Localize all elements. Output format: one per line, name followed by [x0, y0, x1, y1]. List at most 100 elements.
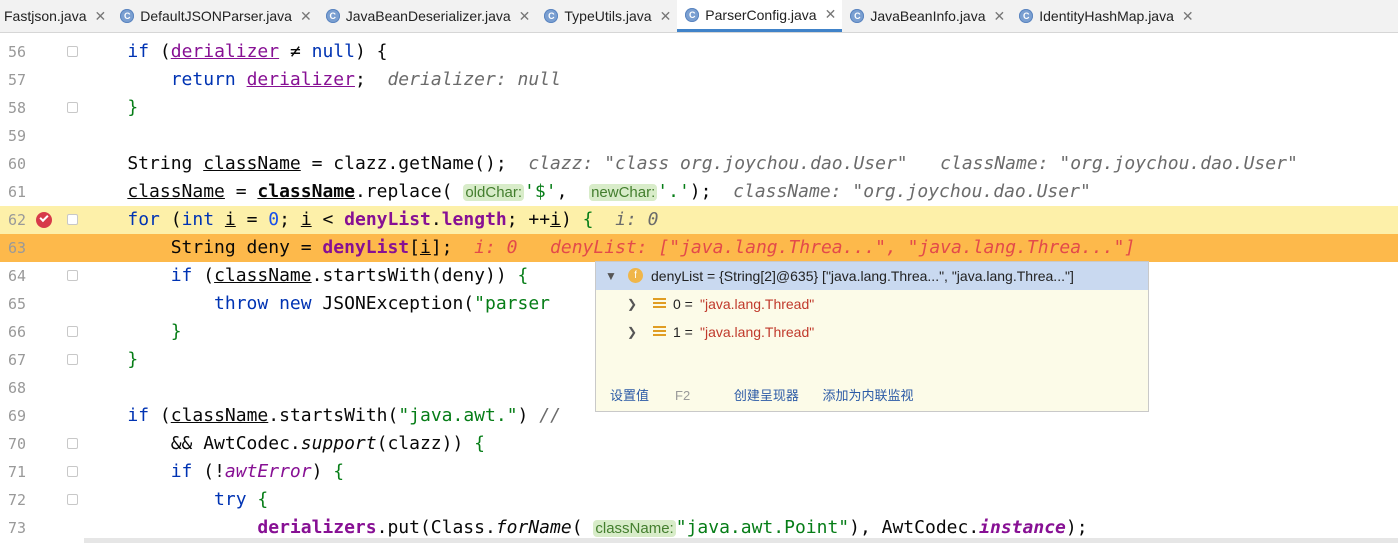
fold-marker-icon[interactable] — [67, 102, 78, 113]
line-number: 57 — [7, 71, 26, 89]
code-line[interactable]: 72 try { — [0, 486, 1398, 514]
class-icon: C — [1019, 9, 1034, 23]
code-text: return derializer; derializer: null — [170, 69, 561, 90]
fold-marker-icon[interactable] — [67, 326, 78, 337]
code-text: String deny = denyList[i]; i: 0 denyList… — [84, 237, 1136, 258]
variable-value: denyList = {String[2]@635} ["java.lang.T… — [651, 268, 1074, 284]
class-icon: C — [544, 9, 559, 23]
close-icon[interactable]: ✕ — [1182, 8, 1194, 25]
code-line[interactable]: 70 && AwtCodec.support(clazz)) { — [0, 430, 1398, 458]
tab-identity-hash-map[interactable]: C IdentityHashMap.java ✕ — [1011, 0, 1199, 32]
close-icon[interactable]: ✕ — [519, 8, 531, 25]
field-icon: f — [628, 268, 643, 283]
chevron-right-icon[interactable]: ❯ — [627, 318, 637, 346]
tab-type-utils[interactable]: C TypeUtils.java ✕ — [536, 0, 677, 32]
debug-hint: clazz: "class org.joychou.dao.User" — [528, 153, 908, 174]
close-icon[interactable]: ✕ — [825, 6, 837, 23]
tab-default-json-parser[interactable]: C DefaultJSONParser.java ✕ — [112, 0, 317, 32]
create-renderer-link[interactable]: 创建呈现器 — [734, 388, 799, 403]
fold-marker-icon[interactable] — [67, 270, 78, 281]
debug-hint: className: "org.joychou.dao.User" — [733, 181, 1091, 202]
element-value: "java.lang.Thread" — [700, 296, 815, 312]
code-line[interactable]: 56 if (derializer ≠ null) { — [0, 38, 1398, 66]
param-hint: className: — [593, 520, 676, 537]
code-text: if (!awtError) { — [170, 461, 345, 482]
line-number: 65 — [7, 295, 26, 313]
tab-label: Fastjson.java — [4, 8, 87, 24]
set-value-link[interactable]: 设置值 F2 — [610, 388, 710, 403]
tab-label: IdentityHashMap.java — [1039, 8, 1174, 24]
tab-label: JavaBeanInfo.java — [870, 8, 986, 24]
code-line[interactable]: 57 return derializer; derializer: null — [0, 66, 1398, 94]
tree-node-item[interactable]: ❯ 0 = "java.lang.Thread" — [596, 290, 1148, 318]
code-text: if (className.startsWith(deny)) { — [170, 265, 529, 286]
fold-marker-icon[interactable] — [67, 354, 78, 365]
line-number: 59 — [7, 127, 26, 145]
debug-hint: i: 0 — [615, 209, 659, 230]
code-text: String className = clazz.getName(); claz… — [84, 153, 1298, 174]
code-text: className = className.replace( oldChar: '… — [127, 181, 1091, 202]
debug-hint: denyList: ["java.lang.Threa...", "java.l… — [550, 237, 1136, 258]
code-text: for (int i = 0; i < denyList.length; ++i… — [127, 209, 659, 230]
line-number: 64 — [7, 267, 26, 285]
tree-node-item[interactable]: ❯ 1 = "java.lang.Thread" — [596, 318, 1148, 346]
debug-hint: derializer: null — [387, 69, 561, 90]
line-number: 66 — [7, 323, 26, 341]
breakpoint-icon[interactable] — [36, 212, 52, 228]
class-icon: C — [850, 9, 865, 23]
line-number: 71 — [7, 463, 26, 481]
code-text: if (className.startsWith("java.awt.") // — [127, 405, 561, 426]
line-number: 58 — [7, 99, 26, 117]
element-index: 1 = — [673, 324, 693, 340]
tab-fastjson[interactable]: Fastjson.java ✕ — [0, 0, 112, 32]
variable-inspector-popup[interactable]: ▼ f denyList = {String[2]@635} ["java.la… — [595, 261, 1149, 412]
code-line[interactable]: 58 } — [0, 94, 1398, 122]
code-line[interactable]: 71 if (!awtError) { — [0, 458, 1398, 486]
fold-marker-icon[interactable] — [67, 466, 78, 477]
code-text: throw new JSONException("parser — [214, 293, 551, 314]
line-number: 60 — [7, 155, 26, 173]
tab-java-bean-deserializer[interactable]: C JavaBeanDeserializer.java ✕ — [318, 0, 537, 32]
class-icon: C — [685, 7, 700, 22]
line-number: 72 — [7, 491, 26, 509]
code-editor[interactable]: 56 if (derializer ≠ null) { 57 return de… — [0, 33, 1398, 543]
param-hint: newChar: — [589, 184, 658, 201]
code-line[interactable]: 61 className = className.replace( oldCha… — [0, 178, 1398, 206]
close-icon[interactable]: ✕ — [300, 8, 312, 25]
close-icon[interactable]: ✕ — [94, 8, 106, 25]
popup-footer: 设置值 F2 创建呈现器 添加为内联监视 — [610, 385, 933, 404]
code-line[interactable]: 60 String className = clazz.getName(); c… — [0, 150, 1398, 178]
line-number: 61 — [7, 183, 26, 201]
horizontal-scrollbar[interactable] — [84, 538, 1398, 543]
fold-marker-icon[interactable] — [67, 214, 78, 225]
class-icon: C — [120, 9, 135, 23]
code-line[interactable]: 59 — [0, 122, 1398, 150]
chevron-right-icon[interactable]: ❯ — [627, 290, 637, 318]
fold-marker-icon[interactable] — [67, 494, 78, 505]
line-number: 69 — [7, 407, 26, 425]
chevron-down-icon[interactable]: ▼ — [605, 262, 617, 290]
tree-node-root[interactable]: ▼ f denyList = {String[2]@635} ["java.la… — [596, 262, 1148, 290]
breakpoint-line[interactable]: 62 for (int i = 0; i < denyList.length; … — [0, 206, 1398, 234]
close-icon[interactable]: ✕ — [994, 8, 1006, 25]
tab-label: TypeUtils.java — [564, 8, 652, 24]
debug-hint: i: 0 — [474, 237, 518, 258]
add-inline-watch-link[interactable]: 添加为内联监视 — [822, 388, 913, 403]
line-number: 67 — [7, 351, 26, 369]
line-number: 73 — [7, 519, 26, 537]
current-execution-line[interactable]: 63 String deny = denyList[i]; i: 0 denyL… — [0, 234, 1398, 262]
code-text: if (derializer ≠ null) { — [127, 41, 388, 62]
tab-parser-config[interactable]: C ParserConfig.java ✕ — [677, 0, 843, 32]
debug-hint: className: "org.joychou.dao.User" — [940, 153, 1298, 174]
tab-label: JavaBeanDeserializer.java — [345, 8, 511, 24]
fold-marker-icon[interactable] — [67, 438, 78, 449]
code-text: try { — [214, 489, 269, 510]
close-icon[interactable]: ✕ — [660, 8, 672, 25]
code-text: } — [127, 349, 139, 370]
array-element-icon — [653, 298, 666, 310]
element-index: 0 = — [673, 296, 693, 312]
line-number: 68 — [7, 379, 26, 397]
tab-java-bean-info[interactable]: C JavaBeanInfo.java ✕ — [842, 0, 1011, 32]
fold-marker-icon[interactable] — [67, 46, 78, 57]
line-number: 62 — [7, 211, 26, 229]
